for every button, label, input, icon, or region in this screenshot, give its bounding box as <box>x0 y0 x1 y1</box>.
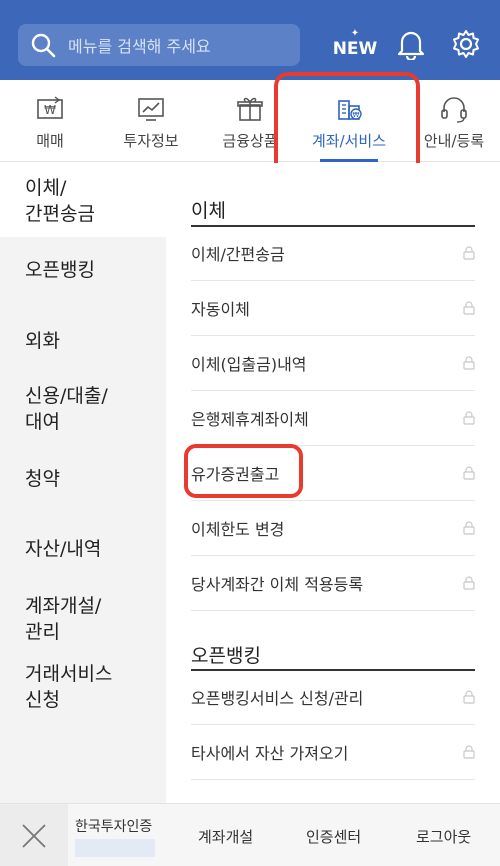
lock-icon <box>463 576 475 590</box>
menu-item[interactable]: 자동이체 <box>191 281 475 336</box>
settings-button[interactable] <box>448 26 484 62</box>
tab-trade[interactable]: ₩ 매매 <box>12 80 88 162</box>
sidebar-item-transfer[interactable]: 이체/ 간편송금 <box>0 163 166 237</box>
sidebar-item-trade-service[interactable]: 거래서비스 신청 <box>0 661 166 713</box>
highlight-annotation-row <box>184 444 303 498</box>
sidebar-item-open-banking[interactable]: 오픈뱅킹 <box>0 257 166 283</box>
menu-item[interactable]: 이체한도 변경 <box>191 501 475 556</box>
lock-icon <box>463 411 475 425</box>
menu-item[interactable]: 타사에서 자산 가져오기 <box>191 725 475 780</box>
menu-item-label: 오픈뱅킹서비스 신청/관리 <box>191 689 364 708</box>
tab-label: 투자정보 <box>123 132 179 150</box>
menu-item-label: 이체/간편송금 <box>191 245 285 264</box>
search-placeholder: 메뉴를 검색해 주세요 <box>68 37 211 56</box>
gear-icon <box>453 30 479 58</box>
lock-icon <box>463 301 475 315</box>
lock-icon <box>463 466 475 480</box>
menu-item-label: 은행제휴계좌이체 <box>191 410 309 429</box>
menu-item[interactable]: 이체(입출금)내역 <box>191 336 475 391</box>
new-label: NEW <box>332 38 378 59</box>
bottom-bar: 한국투자인증 계좌개설 인증센터 로그아웃 <box>0 803 500 866</box>
gift-icon <box>235 94 265 124</box>
sidebar-item-credit-loan[interactable]: 신용/대출/ 대여 <box>0 383 166 435</box>
logout-link[interactable]: 로그아웃 <box>416 826 471 847</box>
lock-icon <box>463 246 475 260</box>
menu-item-label: 이체한도 변경 <box>191 520 285 539</box>
lock-icon <box>463 745 475 759</box>
auth-center-link[interactable]: 인증센터 <box>306 826 361 847</box>
open-account-link[interactable]: 계좌개설 <box>198 826 253 847</box>
sidebar-item-foreign-currency[interactable]: 외화 <box>0 328 166 354</box>
search-icon <box>31 33 56 58</box>
auth-label: 한국투자인증 <box>75 819 153 835</box>
new-badge-button[interactable]: ✦ NEW <box>332 26 378 62</box>
sidebar-item-assets[interactable]: 자산/내역 <box>0 536 166 562</box>
category-tabs: ₩ 매매 투자정보 금융상품 ₩ 계좌/서비스 안내/등록 <box>0 80 500 162</box>
menu-item[interactable]: 은행제휴계좌이체 <box>191 391 475 446</box>
lock-icon <box>463 521 475 535</box>
section-title-open-banking: 오픈뱅킹 <box>191 645 261 667</box>
notification-button[interactable] <box>393 26 429 62</box>
sidebar-item-account-open[interactable]: 계좌개설/ 관리 <box>0 593 166 645</box>
menu-item-label: 당사계좌간 이체 적용등록 <box>191 575 364 594</box>
tab-label: 금융상품 <box>222 132 278 150</box>
chart-icon <box>136 94 166 124</box>
close-icon <box>22 823 46 848</box>
tab-invest-info[interactable]: 투자정보 <box>108 80 194 162</box>
headset-icon <box>439 94 469 124</box>
tab-label: 안내/등록 <box>423 132 485 150</box>
menu-item[interactable]: 오픈뱅킹서비스 신청/관리 <box>191 670 475 725</box>
menu-item[interactable]: 이체/간편송금 <box>191 226 475 281</box>
svg-text:₩: ₩ <box>44 103 56 117</box>
app-header: 메뉴를 검색해 주세요 ✦ NEW <box>0 0 500 80</box>
tab-label: 매매 <box>36 132 64 150</box>
sidebar: 이체/ 간편송금 오픈뱅킹 외화 신용/대출/ 대여 청약 자산/내역 계좌개설… <box>0 163 166 803</box>
sidebar-item-subscription[interactable]: 청약 <box>0 466 166 492</box>
menu-item[interactable]: 당사계좌간 이체 적용등록 <box>191 556 475 611</box>
sparkle-icon: ✦ <box>350 27 360 39</box>
menu-item-label: 이체(입출금)내역 <box>191 355 307 374</box>
lock-icon <box>463 356 475 370</box>
menu-item-label: 타사에서 자산 가져오기 <box>191 744 349 763</box>
lock-icon <box>463 690 475 704</box>
bell-icon <box>397 31 425 60</box>
close-button[interactable] <box>0 804 68 866</box>
menu-item-label: 자동이체 <box>191 300 250 319</box>
section-title-transfer: 이체 <box>191 200 226 222</box>
tab-guide-register[interactable]: 안내/등록 <box>414 80 494 162</box>
search-input[interactable]: 메뉴를 검색해 주세요 <box>18 24 300 66</box>
won-exchange-icon: ₩ <box>35 94 65 124</box>
auth-user-placeholder <box>75 839 155 857</box>
